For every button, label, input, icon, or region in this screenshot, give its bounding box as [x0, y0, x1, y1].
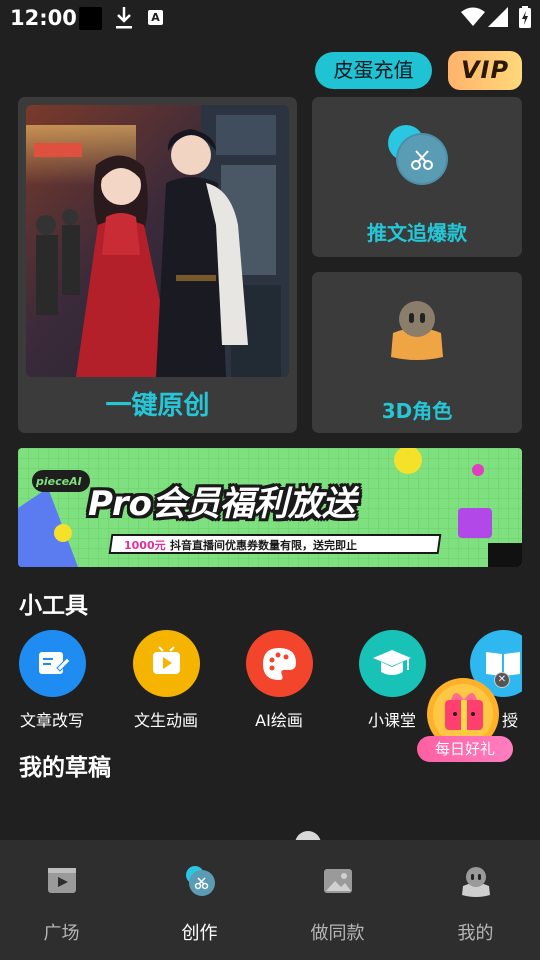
video-icon	[132, 630, 200, 697]
trend-tracking-card[interactable]: 推文追爆款	[312, 97, 522, 257]
banner-headline: Pro会员福利放送	[88, 484, 356, 524]
3d-role-label: 3D角色	[381, 399, 453, 423]
tool-label: 文生动画	[133, 711, 198, 730]
graduation-cap-icon	[358, 630, 426, 697]
pro-member-banner[interactable]: pieceAI Pro会员福利放送 1000元 抖音直播间优惠券数量有限，送完即…	[18, 448, 522, 567]
wifi-icon	[461, 7, 485, 26]
tool-label: AI绘画	[255, 711, 303, 730]
nav-make-same[interactable]: 做同款	[270, 840, 405, 960]
banner-subline-amount: 1000元	[124, 539, 166, 552]
status-time: 12:00	[10, 6, 77, 30]
tool-label: 文章改写	[19, 711, 84, 730]
nav-label: 做同款	[310, 923, 365, 944]
scissors-icon	[185, 866, 215, 896]
scissors-icon	[388, 125, 448, 185]
notification-square-icon	[79, 7, 102, 30]
tool-article-rewrite[interactable]: 文章改写	[7, 630, 97, 731]
tool-ai-painting[interactable]: AI绘画	[234, 630, 324, 731]
nav-label: 创作	[181, 923, 218, 944]
keyboard-a-icon: A	[148, 10, 163, 25]
daily-gift-label: 每日好礼	[417, 736, 513, 762]
vip-button[interactable]: VIP	[448, 51, 522, 90]
banner-brand: pieceAI	[36, 475, 82, 488]
one-click-original-card[interactable]: 一键原创	[18, 97, 297, 433]
avatar-icon	[391, 301, 443, 360]
nav-label: 广场	[43, 923, 80, 944]
download-icon	[116, 7, 132, 29]
palette-icon	[245, 630, 313, 697]
recharge-button[interactable]: 皮蛋充值	[315, 52, 432, 89]
daily-gift-widget[interactable]: ✕ 每日好礼	[417, 672, 517, 764]
signal-icon	[488, 7, 508, 27]
user-icon	[461, 867, 490, 897]
anime-couple-illustration	[26, 105, 289, 377]
status-bar: 12:00 A	[0, 0, 540, 36]
image-icon	[323, 869, 352, 893]
tool-text-to-animation[interactable]: 文生动画	[121, 630, 211, 731]
nav-plaza[interactable]: 广场	[0, 840, 129, 960]
film-icon	[47, 868, 76, 893]
close-icon[interactable]: ✕	[494, 672, 510, 688]
3d-role-card[interactable]: 3D角色	[312, 272, 522, 433]
nav-label: 我的	[457, 923, 494, 944]
trend-tracking-label: 推文追爆款	[367, 221, 467, 245]
one-click-original-label: 一键原创	[105, 391, 210, 421]
tools-section-title: 小工具	[19, 593, 88, 619]
banner-subline: 抖音直播间优惠券数量有限，送完即止	[170, 539, 357, 552]
nav-mine[interactable]: 我的	[408, 840, 540, 960]
bottom-nav: 广场 创作 做同款 我的	[0, 840, 540, 960]
nav-create[interactable]: 创作	[132, 840, 267, 960]
edit-icon	[18, 630, 86, 697]
battery-charging-icon	[519, 6, 531, 28]
drafts-section-title: 我的草稿	[19, 755, 111, 781]
